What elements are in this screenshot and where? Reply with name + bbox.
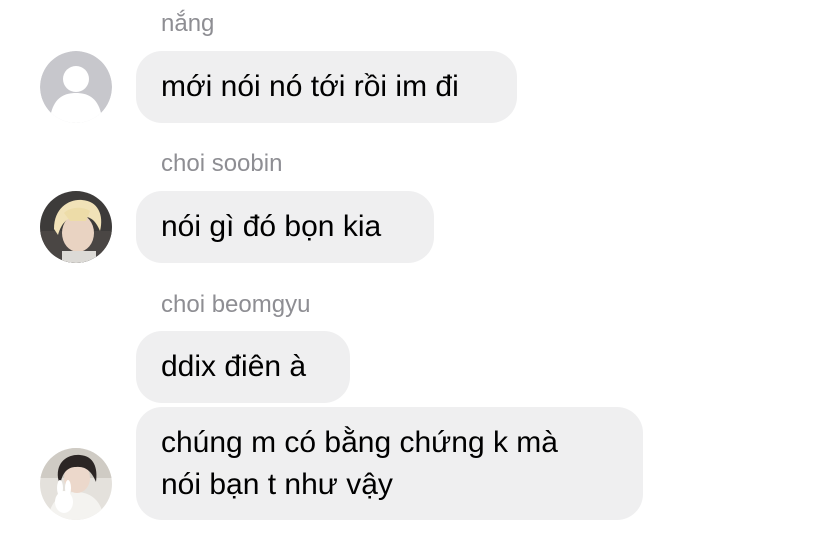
sender-name: nắng [161, 10, 215, 37]
message-line: nói bạn t như vậy [161, 467, 393, 501]
message-line: chúng m có bằng chứng k mà [161, 425, 558, 459]
profile-photo-avatar[interactable] [40, 191, 112, 263]
default-avatar-icon[interactable] [40, 51, 112, 123]
profile-photo-avatar[interactable] [40, 448, 112, 520]
message-bubble-multiline[interactable]: chúng m có bằng chứng k mà nói bạn t như… [136, 407, 643, 520]
sender-name: choi beomgyu [161, 291, 311, 318]
sender-name: choi soobin [161, 150, 283, 177]
message-bubble[interactable]: nói gì đó bọn kia [136, 191, 434, 263]
message-bubble[interactable]: mới nói nó tới rồi im đi [136, 51, 517, 123]
message-bubble[interactable]: ddix điên à [136, 331, 350, 403]
